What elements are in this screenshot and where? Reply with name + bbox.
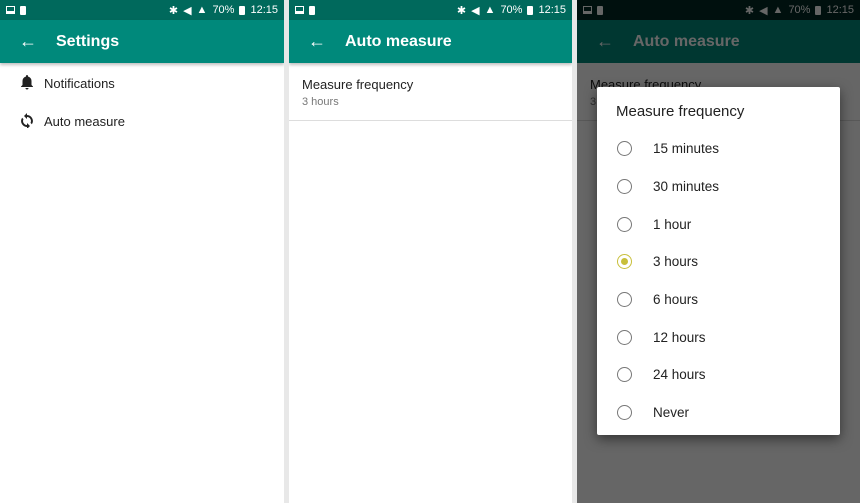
option-24-hours[interactable]: 24 hours (597, 356, 840, 394)
sync-icon (20, 112, 44, 131)
settings-item-auto-measure[interactable]: Auto measure (0, 102, 284, 140)
settings-screen: ✱ ◀ ▲ 70% 12:15 ← Settings Notifications Auto me… (0, 0, 284, 503)
radio-button[interactable] (617, 141, 632, 157)
dialog-screen: ✱◀▲70%12:15←Auto measureMeasure frequenc… (577, 0, 860, 503)
mute-icon: ◀ (183, 4, 192, 17)
measure-frequency-dialog: Measure frequency 15 minutes 30 minutes 1 h… (597, 87, 840, 435)
pref-title: Measure frequency (302, 77, 414, 92)
radio-button[interactable] (617, 329, 632, 345)
status-bar: ✱ ◀ ▲ 70% 12:15 (289, 0, 572, 20)
notification-icon (6, 6, 15, 14)
toolbar: ←Auto measure (289, 20, 572, 63)
radio-button[interactable] (617, 405, 632, 421)
signal-icon: ▲ (196, 4, 208, 16)
settings-item-label: Notifications (44, 75, 115, 91)
bluetooth-icon: ✱ (168, 4, 179, 17)
option-6-hours[interactable]: 6 hours (597, 281, 840, 319)
battery-percent: 70% (212, 4, 235, 16)
option-label: 24 hours (653, 367, 706, 383)
back-button[interactable]: ← (289, 31, 345, 52)
option-1-hour[interactable]: 1 hour (597, 205, 840, 243)
settings-item-notifications[interactable]: Notifications (0, 64, 284, 102)
bluetooth-icon: ✱ (456, 4, 467, 17)
radio-button[interactable] (617, 292, 632, 308)
measure-frequency-pref[interactable]: Measure frequency 3 hours (289, 63, 572, 121)
battery-percent: 70% (500, 4, 523, 16)
mute-icon: ◀ (471, 4, 480, 17)
battery-icon (239, 5, 246, 15)
toolbar: ← Settings (0, 20, 284, 63)
bell-icon (20, 74, 44, 93)
battery-icon (527, 5, 534, 15)
option-label: 1 hour (653, 216, 692, 232)
back-button[interactable]: ← (0, 31, 56, 52)
auto-measure-screen: ✱ ◀ ▲ 70% 12:15 ← Auto measure Measure frequenc… (289, 0, 572, 503)
radio-button[interactable] (617, 179, 632, 195)
option-never[interactable]: Never (597, 394, 840, 432)
battery-saver-icon (20, 5, 26, 15)
page-title: Settings (56, 32, 120, 50)
option-label: Never (653, 405, 690, 421)
option-label: 12 hours (653, 329, 706, 345)
option-label: 15 minutes (653, 141, 720, 157)
settings-item-label: Auto measure (44, 113, 125, 129)
signal-icon: ▲ (484, 4, 496, 16)
pref-summary: 3 hours (302, 96, 339, 108)
option-12-hours[interactable]: 12 hours (597, 318, 840, 356)
page-title: Auto measure (345, 32, 452, 50)
battery-saver-icon (309, 5, 315, 15)
radio-button[interactable] (617, 254, 632, 270)
clock: 12:15 (250, 4, 278, 16)
radio-button[interactable] (617, 367, 632, 383)
option-30-minutes[interactable]: 30 minutes (597, 168, 840, 206)
option-15-minutes[interactable]: 15 minutes (597, 130, 840, 168)
clock: 12:15 (538, 4, 566, 16)
option-label: 6 hours (653, 292, 699, 308)
radio-button[interactable] (617, 216, 632, 232)
option-3-hours[interactable]: 3 hours (597, 243, 840, 281)
dialog-title: Measure frequency (616, 103, 745, 120)
option-label: 30 minutes (653, 179, 720, 195)
status-bar: ✱ ◀ ▲ 70% 12:15 (0, 0, 284, 20)
option-label: 3 hours (653, 254, 699, 270)
notification-icon (295, 6, 304, 14)
